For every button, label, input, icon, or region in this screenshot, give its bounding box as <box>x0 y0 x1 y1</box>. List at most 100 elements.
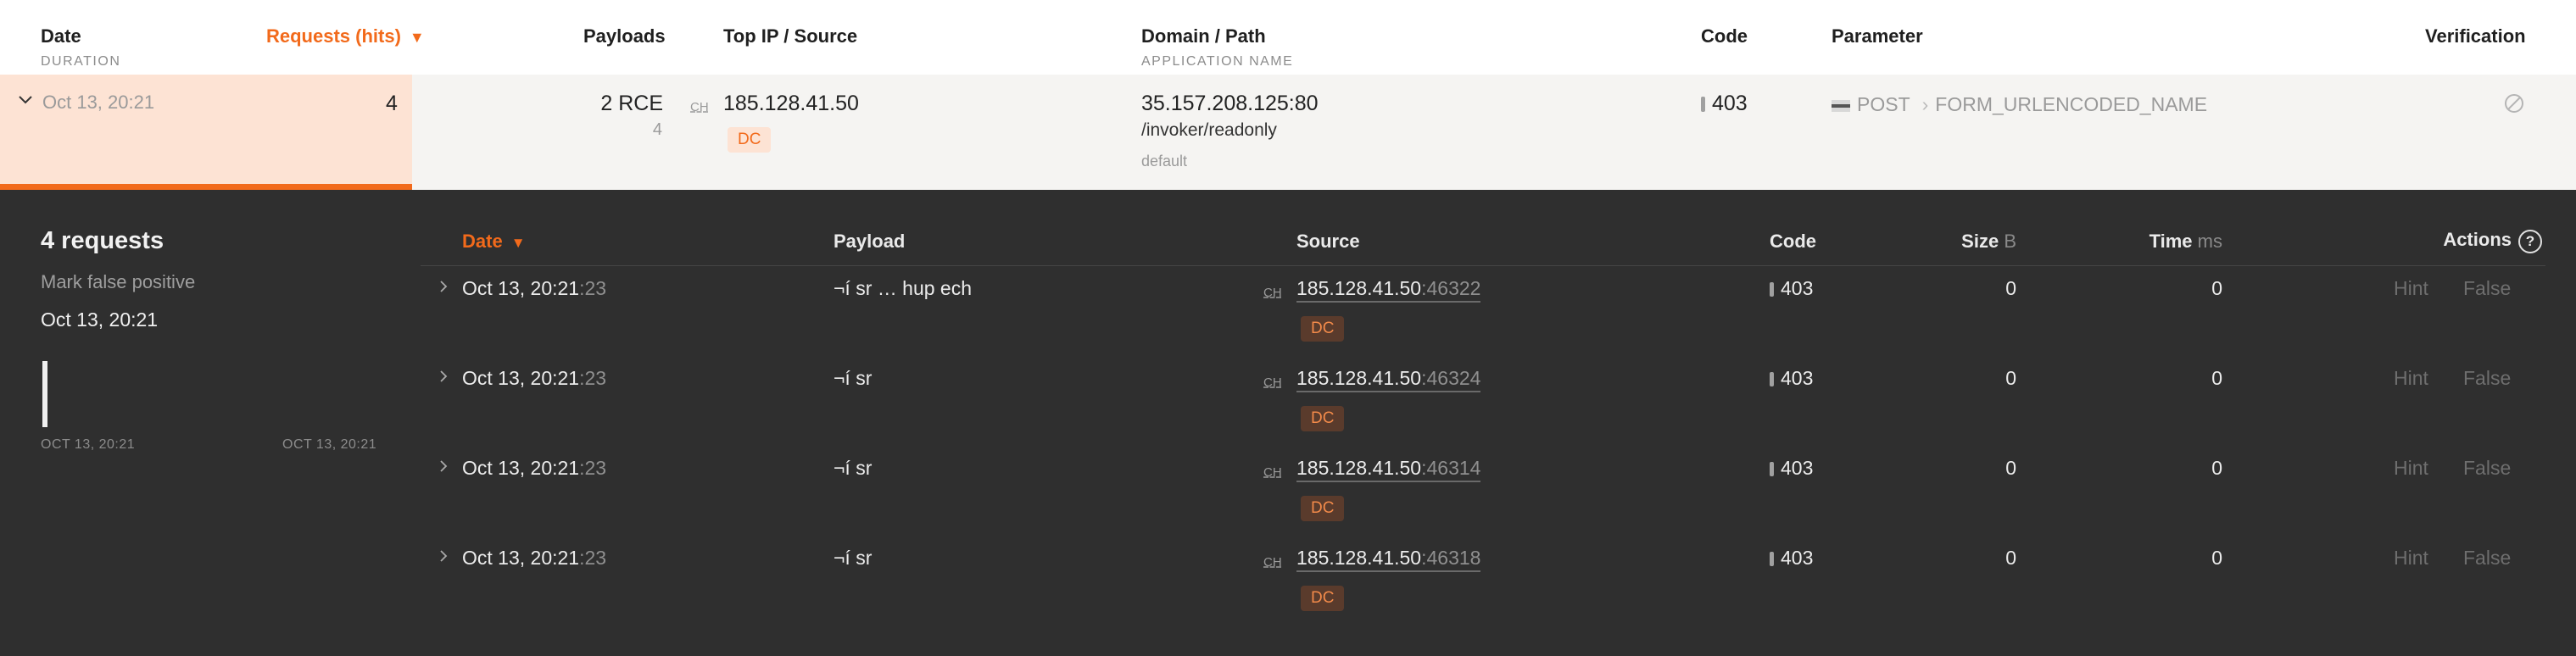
request-date-seconds: :23 <box>579 457 607 479</box>
col-date[interactable]: Date <box>41 25 81 47</box>
col-parameter[interactable]: Parameter <box>1832 25 1923 47</box>
sub-col-source[interactable]: Source <box>1296 231 1360 253</box>
country-code-ch: CH <box>690 100 709 114</box>
country-code-ch: CH <box>1263 375 1282 390</box>
hint-button[interactable]: Hint <box>2394 457 2428 480</box>
sort-desc-icon: ▼ <box>409 29 425 46</box>
false-button[interactable]: False <box>2463 457 2511 480</box>
row-top-ip[interactable]: 185.128.41.50 <box>723 92 859 116</box>
status-bar-icon <box>1770 282 1774 297</box>
chevron-right-icon[interactable] <box>437 549 450 563</box>
requests-title: 4 requests <box>41 227 164 254</box>
dc-badge: DC <box>1301 316 1345 342</box>
request-source-ip: 185.128.41.50 <box>1296 457 1422 479</box>
false-button[interactable]: False <box>2463 547 2511 570</box>
request-source-port: :46314 <box>1421 457 1481 479</box>
chevron-right-icon[interactable] <box>437 459 450 473</box>
status-bar-icon <box>1770 462 1774 476</box>
request-date: Oct 13, 20:21:23 <box>462 367 606 390</box>
mark-false-positive-link[interactable]: Mark false positive <box>41 271 195 293</box>
dc-badge: DC <box>1301 496 1345 521</box>
request-source-link[interactable]: 185.128.41.50:46324 <box>1296 367 1481 392</box>
false-button[interactable]: False <box>2463 367 2511 390</box>
request-size: 0 <box>2005 457 2016 479</box>
request-dc-tag: DC <box>1301 406 1345 431</box>
hint-button[interactable]: Hint <box>2394 277 2428 300</box>
request-source-port: :46322 <box>1421 277 1481 299</box>
sub-col-size-label: Size <box>1961 231 1999 252</box>
chevron-right-icon[interactable] <box>437 370 450 383</box>
country-code-ch: CH <box>1263 286 1282 300</box>
request-source[interactable]: 185.128.41.50:46314 <box>1296 457 1481 482</box>
chevron-right-icon[interactable] <box>437 280 450 293</box>
sub-col-size[interactable]: Size B <box>1961 231 2016 253</box>
row-code: 403 <box>1701 92 1748 116</box>
request-code: 403 <box>1770 547 1813 570</box>
request-size: 0 <box>2005 367 2016 389</box>
request-size: 0 <box>2005 277 2016 299</box>
row-date: Oct 13, 20:21 <box>42 92 155 113</box>
request-source-link[interactable]: 185.128.41.50:46318 <box>1296 547 1481 572</box>
detail-date: Oct 13, 20:21 <box>41 309 159 331</box>
request-time: 0 <box>2211 457 2222 479</box>
request-source-ip: 185.128.41.50 <box>1296 367 1422 389</box>
row-payloads: 2 RCE <box>600 92 663 115</box>
row-parameter: POST › FORM_URLENCODED_NAME <box>1832 93 2207 116</box>
request-source-port: :46324 <box>1421 367 1481 389</box>
row-hits: 4 <box>386 92 398 115</box>
request-date-seconds: :23 <box>579 367 607 389</box>
request-source-link[interactable]: 185.128.41.50:46322 <box>1296 277 1481 303</box>
hint-button[interactable]: Hint <box>2394 547 2428 570</box>
request-date-main: Oct 13, 20:21 <box>462 367 580 389</box>
request-size: 0 <box>2005 547 2016 569</box>
sub-col-time-unit: ms <box>2197 231 2222 252</box>
col-payloads[interactable]: Payloads <box>583 25 666 47</box>
col-code[interactable]: Code <box>1701 25 1748 47</box>
help-icon[interactable]: ? <box>2518 230 2542 253</box>
timeline-end: OCT 13, 20:21 <box>282 437 377 452</box>
request-source-port: :46318 <box>1421 547 1481 569</box>
request-code-value: 403 <box>1781 367 1814 389</box>
country-code-ch: CH <box>1263 555 1282 570</box>
sub-col-code[interactable]: Code <box>1770 231 1816 253</box>
sub-col-time[interactable]: Time ms <box>2149 231 2222 253</box>
row-app: default <box>1141 153 1188 170</box>
timeline-start: OCT 13, 20:21 <box>41 437 136 452</box>
col-domain[interactable]: Domain / Path <box>1141 25 1266 47</box>
request-payload: ¬í sr … hup ech <box>834 277 972 299</box>
sub-col-time-label: Time <box>2149 231 2193 252</box>
request-source[interactable]: 185.128.41.50:46318 <box>1296 547 1481 572</box>
col-top-ip[interactable]: Top IP / Source <box>723 25 857 47</box>
sub-col-size-unit: B <box>2004 231 2016 252</box>
chevron-down-icon[interactable] <box>17 92 34 108</box>
request-time: 0 <box>2211 547 2222 569</box>
col-verification[interactable]: Verification <box>2425 25 2526 47</box>
request-code-value: 403 <box>1781 277 1814 299</box>
table-header: Date DURATION Requests (hits) ▼ Payloads … <box>0 0 2576 75</box>
row-method: POST <box>1857 93 1910 115</box>
request-source[interactable]: 185.128.41.50:46322 <box>1296 277 1481 303</box>
request-dc-tag: DC <box>1301 496 1345 521</box>
col-requests[interactable]: Requests (hits) ▼ <box>266 25 425 47</box>
request-date-seconds: :23 <box>579 547 607 569</box>
row-domain[interactable]: 35.157.208.125:80 <box>1141 92 1319 116</box>
verification-disabled-icon[interactable] <box>2503 92 2525 114</box>
dc-badge: DC <box>728 127 772 153</box>
request-code-value: 403 <box>1781 457 1814 479</box>
hint-button[interactable]: Hint <box>2394 367 2428 390</box>
request-source[interactable]: 185.128.41.50:46324 <box>1296 367 1481 392</box>
selection-indicator <box>0 184 412 190</box>
col-duration: DURATION <box>41 54 121 69</box>
false-button[interactable]: False <box>2463 277 2511 300</box>
sub-col-payload[interactable]: Payload <box>834 231 905 253</box>
param-separator: › <box>1921 93 1929 115</box>
request-dc-tag: DC <box>1301 316 1345 342</box>
request-payload: ¬í sr <box>834 547 873 569</box>
request-dc-tag: DC <box>1301 586 1345 611</box>
request-payload: ¬í sr <box>834 457 873 479</box>
sub-col-date[interactable]: Date ▼ <box>462 231 526 253</box>
request-payload: ¬í sr <box>834 367 873 389</box>
sort-desc-icon: ▼ <box>510 235 526 251</box>
row-payloads-count: 4 <box>652 120 662 139</box>
request-source-link[interactable]: 185.128.41.50:46314 <box>1296 457 1481 482</box>
